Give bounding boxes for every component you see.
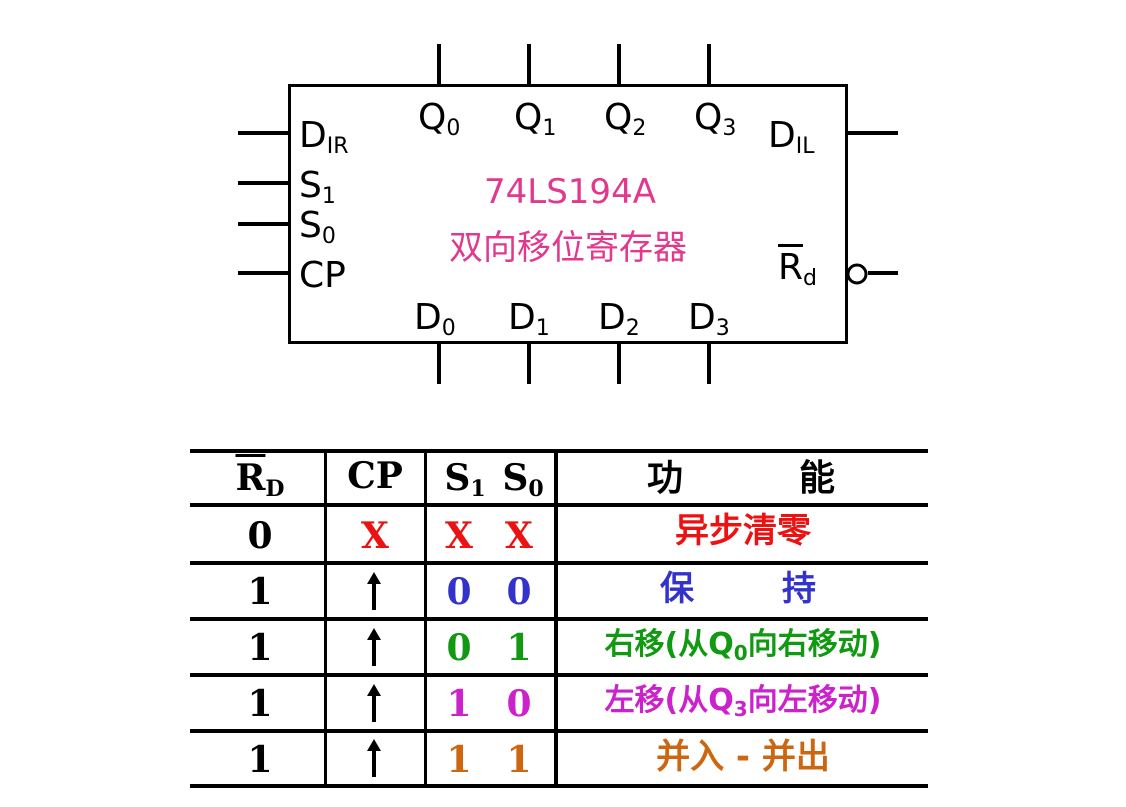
table-row-1-s1: X	[445, 515, 473, 557]
table-divider-2	[424, 450, 427, 786]
label-s0: S0	[299, 205, 336, 249]
table-row-4-rd: 1	[247, 683, 273, 725]
header-rd: RD	[235, 457, 285, 502]
table-border-top	[190, 449, 928, 453]
label-s1: S1	[299, 165, 336, 209]
table-row-1-s0: X	[505, 515, 533, 557]
table-row-5-s0: 1	[506, 739, 532, 781]
pin-line-d0	[437, 344, 441, 384]
label-dir: DIR	[299, 115, 349, 159]
table-row-1-rd: 0	[247, 515, 273, 557]
pin-line-d1	[527, 344, 531, 384]
header-s1: S1	[444, 457, 486, 502]
table-divider-3	[554, 450, 558, 786]
label-d2: D2	[598, 297, 640, 341]
table-border-bottom	[190, 784, 928, 788]
label-q1: Q1	[514, 97, 557, 141]
table-row-1-func: 异步清零	[675, 511, 811, 551]
table-border-row3	[190, 673, 928, 677]
label-cp: CP	[299, 255, 346, 296]
header-func-b: 能	[798, 458, 835, 499]
rd-inversion-bubble	[846, 263, 868, 285]
pin-line-cp	[238, 271, 288, 275]
header-s0: S0	[502, 457, 544, 502]
table-row-3-func: 右移(从Q0向右移动)	[604, 627, 882, 665]
table-row-2-s1: 0	[446, 571, 472, 613]
table-border-row1	[190, 561, 928, 565]
pin-line-s1	[238, 181, 288, 185]
label-rd: Rd	[778, 247, 817, 291]
table-border-row4	[190, 729, 928, 733]
pin-line-d2	[617, 344, 621, 384]
table-row-2-rd: 1	[247, 571, 273, 613]
table-row-4-func: 左移(从Q3向左移动)	[604, 683, 882, 721]
table-row-5-rd: 1	[247, 739, 273, 781]
pin-line-q3	[707, 44, 711, 84]
label-dil: DIL	[768, 115, 815, 159]
pin-line-q2	[617, 44, 621, 84]
pin-line-q1	[527, 44, 531, 84]
header-cp: CP	[347, 455, 403, 497]
label-d3: D3	[688, 297, 730, 341]
label-q3: Q3	[694, 97, 737, 141]
header-func-a: 功	[646, 458, 683, 499]
table-row-1-cp: X	[361, 515, 389, 557]
table-row-3-cp-up-arrow-icon	[367, 628, 381, 666]
chip-subtitle: 双向移位寄存器	[449, 228, 687, 268]
label-q0: Q0	[418, 97, 461, 141]
table-row-5-s1: 1	[446, 739, 472, 781]
pin-line-s0	[238, 222, 288, 226]
chip-body	[288, 84, 848, 344]
label-d0: D0	[414, 297, 456, 341]
table-row-2-cp-up-arrow-icon	[367, 572, 381, 610]
table-border-header	[190, 503, 928, 507]
table-row-4-s1: 1	[446, 683, 472, 725]
pin-line-q0	[437, 44, 441, 84]
label-d1: D1	[508, 297, 550, 341]
label-q2: Q2	[604, 97, 647, 141]
pin-line-dil	[848, 131, 898, 135]
table-row-4-s0: 0	[506, 683, 532, 725]
table-divider-1	[324, 450, 327, 786]
pin-line-dir	[238, 131, 288, 135]
table-row-2-func-b: 持	[782, 569, 816, 609]
table-row-3-s0: 1	[506, 627, 532, 669]
table-row-4-cp-up-arrow-icon	[367, 684, 381, 722]
table-row-2-s0: 0	[506, 571, 532, 613]
table-row-3-rd: 1	[247, 627, 273, 669]
table-row-5-func: 并入 - 并出	[656, 737, 830, 777]
table-row-5-cp-up-arrow-icon	[367, 739, 381, 777]
table-row-2-func-a: 保	[660, 569, 694, 609]
table-row-3-s1: 0	[446, 627, 472, 669]
table-border-row2	[190, 617, 928, 621]
chip-title: 74LS194A	[484, 172, 656, 212]
pin-line-rd	[868, 271, 898, 275]
pin-line-d3	[707, 344, 711, 384]
